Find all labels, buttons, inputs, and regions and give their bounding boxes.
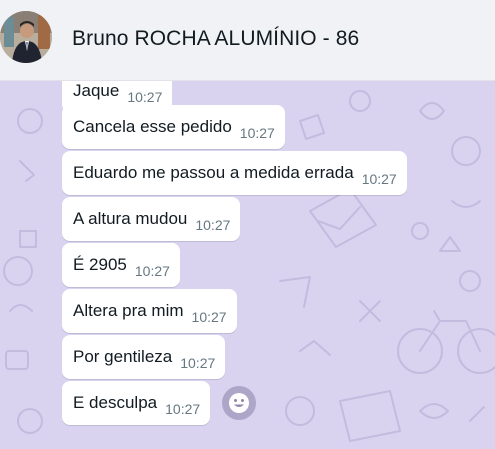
message-bubble[interactable]: Eduardo me passou a medida errada 10:27: [62, 151, 407, 195]
message-bubble[interactable]: A altura mudou 10:27: [62, 197, 241, 241]
message-time: 10:27: [180, 355, 216, 371]
smiley-icon: [229, 393, 249, 413]
message-text: Altera pra mim: [73, 301, 184, 320]
message-bubble[interactable]: Altera pra mim 10:27: [62, 289, 237, 333]
message-time: 10:27: [165, 401, 201, 417]
react-button[interactable]: [222, 386, 256, 420]
message-time: 10:27: [239, 125, 275, 141]
message-bubble[interactable]: E desculpa 10:27: [62, 381, 211, 425]
message-time: 10:27: [195, 217, 231, 233]
message-time: 10:27: [134, 263, 170, 279]
chat-area[interactable]: Jaque 10:27 Cancela esse pedido 10:27 Edua…: [0, 81, 495, 449]
message-text: E desculpa: [73, 393, 158, 412]
message-bubble[interactable]: Por gentileza 10:27: [62, 335, 226, 379]
message-text: É 2905: [73, 255, 127, 274]
message-bubble[interactable]: Cancela esse pedido 10:27: [62, 105, 285, 149]
message-text: A altura mudou: [73, 209, 188, 228]
message-bubble[interactable]: É 2905 10:27: [62, 243, 180, 287]
contact-avatar[interactable]: [0, 11, 52, 63]
contact-name[interactable]: Bruno ROCHA ALUMÍNIO - 86: [72, 27, 359, 51]
message-text: Jaque: [73, 81, 120, 100]
message-time: 10:27: [127, 89, 163, 105]
message-text: Por gentileza: [73, 347, 173, 366]
chat-header[interactable]: Bruno ROCHA ALUMÍNIO - 86: [0, 0, 495, 81]
message-text: Eduardo me passou a medida errada: [73, 163, 354, 182]
message-time: 10:27: [191, 309, 227, 325]
avatar-photo-icon: [0, 11, 52, 63]
message-time: 10:27: [361, 171, 397, 187]
message-text: Cancela esse pedido: [73, 117, 232, 136]
